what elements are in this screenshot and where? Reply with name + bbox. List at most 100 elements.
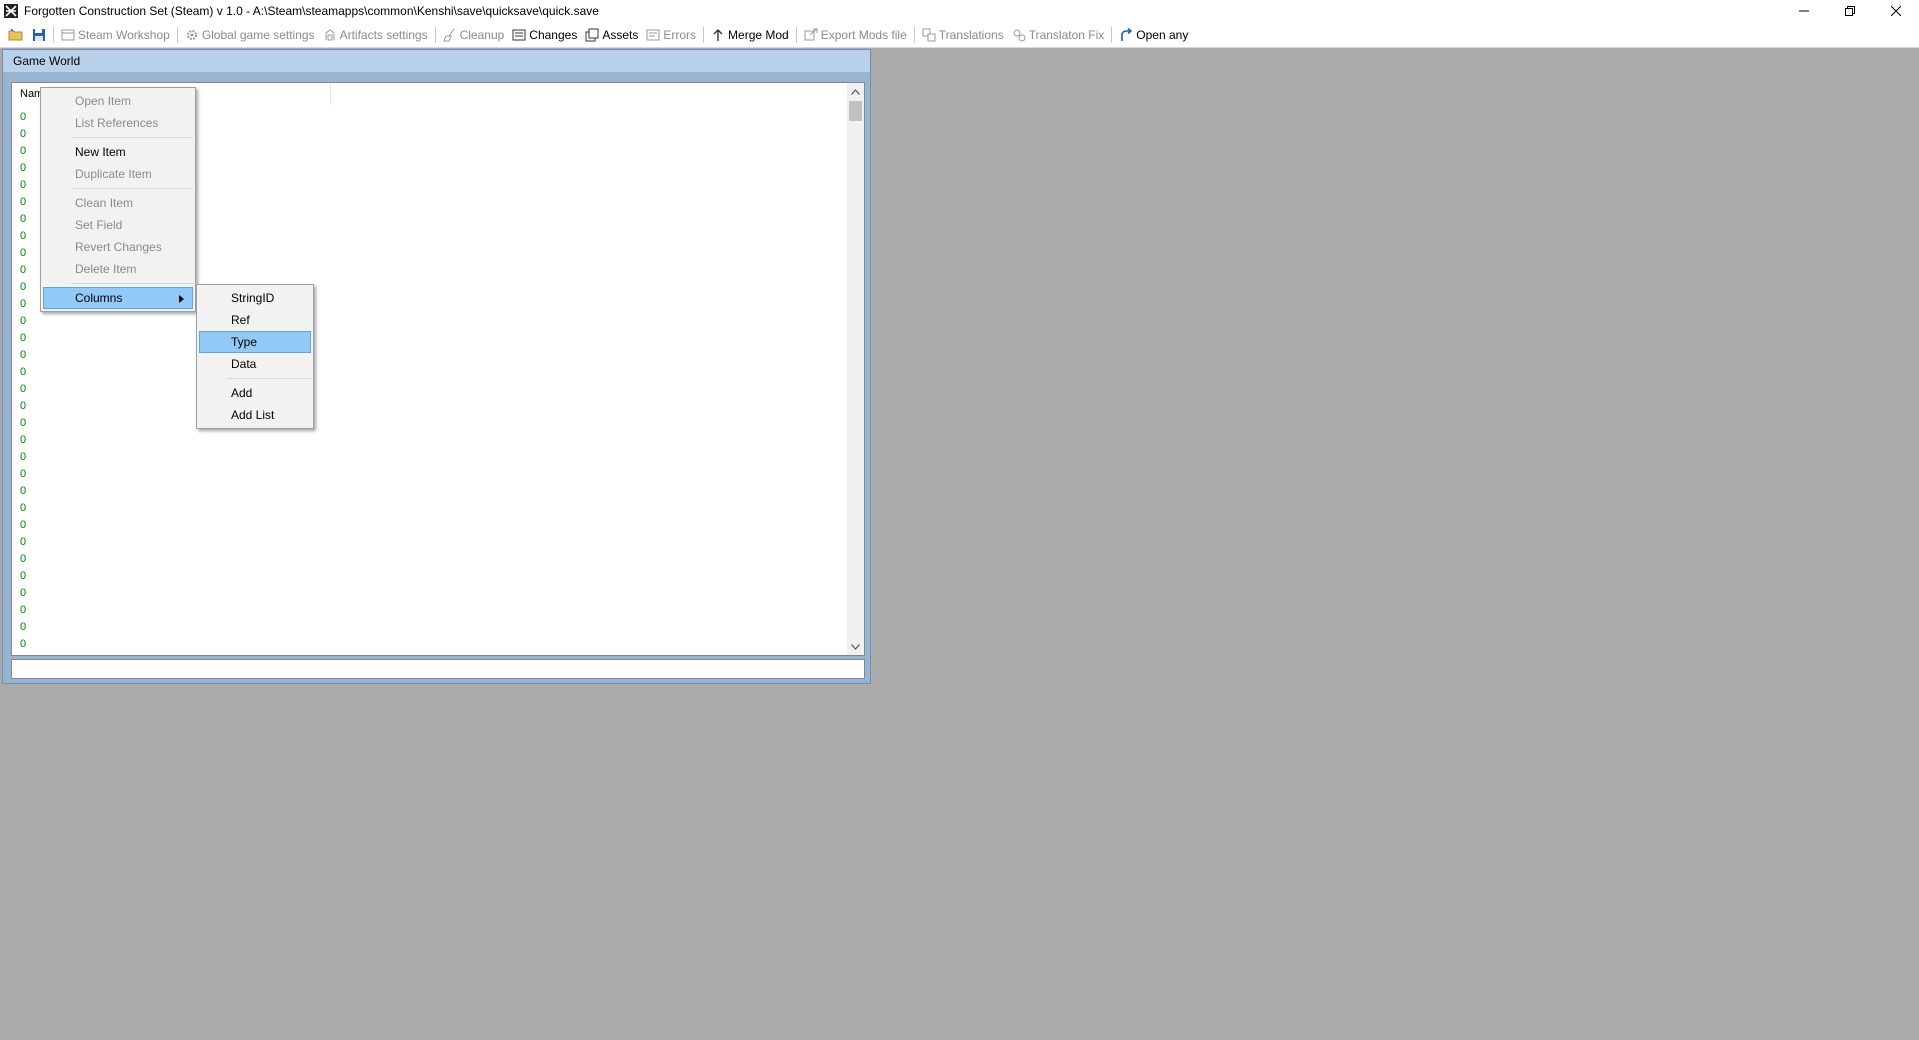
restore-icon xyxy=(1845,6,1855,16)
export-icon xyxy=(804,28,818,40)
export-mods-file-button[interactable]: Export Mods file xyxy=(800,24,911,46)
submenu-item-type[interactable]: Type xyxy=(199,331,311,353)
open-any-button[interactable]: Open any xyxy=(1115,24,1192,46)
list-item[interactable]: 0 xyxy=(20,228,26,245)
submenu-item-stringid[interactable]: StringID xyxy=(197,287,313,309)
submenu-arrow-icon xyxy=(179,288,184,308)
menu-item-list-references[interactable]: List References xyxy=(41,112,195,134)
list-item[interactable]: 0 xyxy=(20,619,26,636)
list-item[interactable]: 0 xyxy=(20,313,26,330)
list-item[interactable]: 0 xyxy=(20,398,26,415)
list-item[interactable]: 0 xyxy=(20,500,26,517)
list-item[interactable]: 0 xyxy=(20,296,26,313)
menu-item-columns[interactable]: Columns xyxy=(43,287,193,309)
steam-workshop-button[interactable]: Steam Workshop xyxy=(57,24,174,46)
toolbar-separator xyxy=(913,26,915,43)
menu-item-revert-changes[interactable]: Revert Changes xyxy=(41,236,195,258)
list-item[interactable]: 0 xyxy=(20,551,26,568)
list-item[interactable]: 0 xyxy=(20,483,26,500)
list-item[interactable]: 0 xyxy=(20,466,26,483)
scroll-up-button[interactable] xyxy=(847,83,864,100)
changes-button[interactable]: Changes xyxy=(508,24,581,46)
list-item[interactable]: 0 xyxy=(20,415,26,432)
list-item[interactable]: 0 xyxy=(20,534,26,551)
errors-icon xyxy=(646,29,660,40)
cleanup-label: Cleanup xyxy=(459,27,505,42)
toolbar-separator xyxy=(176,26,178,43)
menu-item-new-item[interactable]: New Item xyxy=(41,141,195,163)
list-item[interactable]: 0 xyxy=(20,177,26,194)
toolbar-separator xyxy=(795,26,797,43)
list-item[interactable]: 0 xyxy=(20,262,26,279)
merge-mod-button[interactable]: Merge Mod xyxy=(707,24,793,46)
list-item[interactable]: 0 xyxy=(20,636,26,653)
open-folder-icon xyxy=(8,27,23,40)
list-item[interactable]: 0 xyxy=(20,585,26,602)
assets-icon xyxy=(585,28,599,41)
assets-button[interactable]: Assets xyxy=(581,24,642,46)
list-item[interactable]: 0 xyxy=(20,160,26,177)
list-item[interactable]: 0 xyxy=(20,517,26,534)
list-item[interactable]: 0 xyxy=(20,568,26,585)
save-icon xyxy=(33,28,45,41)
submenu-item-add-list[interactable]: Add List xyxy=(197,404,313,426)
list-item[interactable]: 0 xyxy=(20,330,26,347)
translations-button[interactable]: Translations xyxy=(918,24,1008,46)
list-item[interactable]: 0 xyxy=(20,432,26,449)
list-item[interactable]: 0 xyxy=(20,449,26,466)
menu-item-delete-item[interactable]: Delete Item xyxy=(41,258,195,280)
changes-icon xyxy=(512,29,526,40)
save-button[interactable] xyxy=(28,24,50,46)
chevron-up-icon xyxy=(851,88,860,95)
menu-separator xyxy=(71,188,193,189)
toolbar-separator xyxy=(434,26,436,43)
filter-input[interactable] xyxy=(11,659,865,679)
list-item[interactable]: 0 xyxy=(20,364,26,381)
list-item[interactable]: 0 xyxy=(20,109,26,126)
list-item[interactable]: 0 xyxy=(20,279,26,296)
list-item[interactable]: 0 xyxy=(20,143,26,160)
steam-workshop-label: Steam Workshop xyxy=(78,27,170,42)
open-file-button[interactable] xyxy=(4,24,28,46)
scroll-thumb[interactable] xyxy=(849,101,862,121)
minimize-icon xyxy=(1799,10,1809,12)
artifacts-icon xyxy=(325,28,335,40)
list-item[interactable]: 0 xyxy=(20,602,26,619)
list-rows: 000000000000000000000000000000000 xyxy=(20,109,26,655)
list-item[interactable]: 0 xyxy=(20,245,26,262)
submenu-item-data[interactable]: Data xyxy=(197,353,313,375)
menu-item-clean-item[interactable]: Clean Item xyxy=(41,192,195,214)
merge-icon xyxy=(713,28,723,41)
list-item[interactable]: 0 xyxy=(20,194,26,211)
translation-fix-button[interactable]: Translaton Fix xyxy=(1008,24,1109,46)
toolbar-separator xyxy=(1111,26,1113,43)
artifacts-settings-button[interactable]: Artifacts settings xyxy=(319,24,432,46)
close-button[interactable] xyxy=(1873,0,1919,22)
close-icon xyxy=(1891,6,1901,16)
global-game-settings-button[interactable]: Global game settings xyxy=(181,24,319,46)
menu-item-duplicate-item[interactable]: Duplicate Item xyxy=(41,163,195,185)
scroll-down-button[interactable] xyxy=(847,638,864,655)
menu-item-columns-label: Columns xyxy=(75,291,123,305)
game-world-title[interactable]: Game World xyxy=(3,50,870,72)
list-item[interactable]: 0 xyxy=(20,211,26,228)
vertical-scrollbar[interactable] xyxy=(847,83,864,655)
menu-item-open-item[interactable]: Open Item xyxy=(41,90,195,112)
menu-item-set-field[interactable]: Set Field xyxy=(41,214,195,236)
open-any-icon xyxy=(1121,27,1133,41)
minimize-button[interactable] xyxy=(1781,0,1827,22)
workshop-icon xyxy=(61,29,75,40)
restore-button[interactable] xyxy=(1827,0,1873,22)
submenu-item-add[interactable]: Add xyxy=(197,382,313,404)
merge-mod-label: Merge Mod xyxy=(728,27,789,42)
errors-button[interactable]: Errors xyxy=(642,24,700,46)
translation-fix-icon xyxy=(1013,29,1026,41)
toolbar-separator xyxy=(703,26,705,43)
list-item[interactable]: 0 xyxy=(20,381,26,398)
list-item[interactable]: 0 xyxy=(20,126,26,143)
cleanup-button[interactable]: Cleanup xyxy=(439,24,509,46)
list-item[interactable]: 0 xyxy=(20,653,26,655)
context-menu: Open Item List References New Item Dupli… xyxy=(40,87,196,312)
submenu-item-ref[interactable]: Ref xyxy=(197,309,313,331)
list-item[interactable]: 0 xyxy=(20,347,26,364)
